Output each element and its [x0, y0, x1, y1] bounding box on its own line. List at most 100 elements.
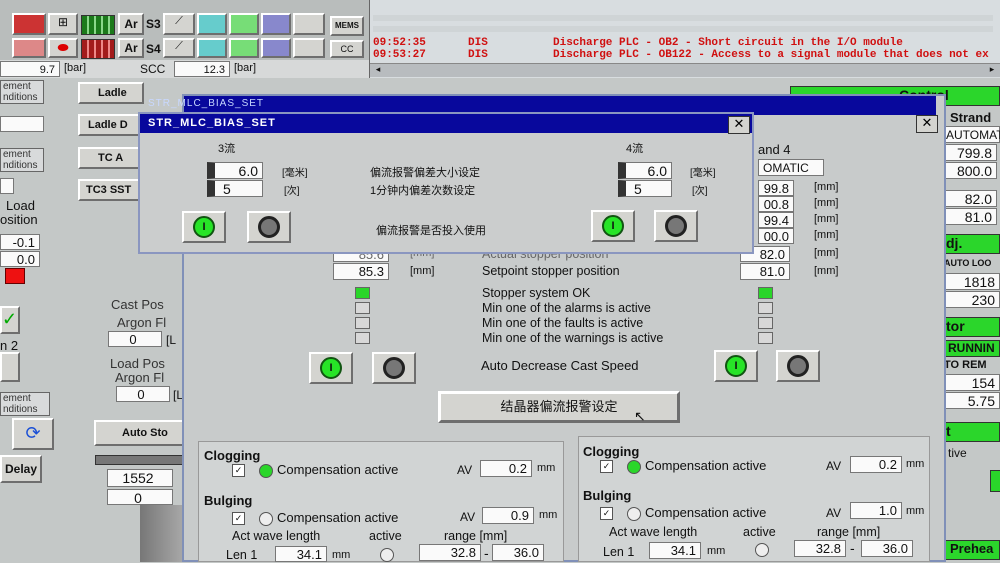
ar-button-2[interactable]: Ar — [118, 38, 144, 58]
message-scrollbar[interactable] — [370, 63, 1000, 77]
message-source: DIS — [468, 49, 488, 61]
clogging-compensation-radio[interactable] — [627, 459, 641, 474]
tundish-graphic-lower — [140, 505, 185, 562]
right-value-3: 82.0 — [942, 190, 997, 207]
act-wave-length-label: Act wave length — [609, 525, 698, 539]
bulging-av-field[interactable]: 0.9 — [482, 507, 534, 524]
right-auto-decrease-off-button[interactable] — [776, 350, 820, 382]
tool-icon-1[interactable]: ⟋ — [163, 13, 195, 35]
active-col-label: active — [369, 529, 402, 543]
bulging-checkbox[interactable]: ✓ — [232, 512, 245, 526]
network-icon[interactable]: ⊞ — [48, 13, 78, 35]
valve-icon[interactable] — [0, 352, 20, 382]
tc3-sst-button[interactable]: TC3 SST — [78, 179, 144, 201]
bulging-av-field[interactable]: 1.0 — [850, 502, 902, 519]
len1-active-radio[interactable] — [755, 543, 769, 557]
tool-icon-4[interactable] — [261, 13, 291, 35]
bulging-checkbox[interactable]: ✓ — [600, 507, 613, 521]
mm-unit: [mm] — [814, 265, 839, 277]
tool-icon-2[interactable] — [197, 13, 227, 35]
enable-alarm-label: 偏流报警是否投入使用 — [376, 225, 486, 237]
clogging-checkbox[interactable]: ✓ — [232, 464, 245, 478]
stop-icon[interactable]: ⬬ — [48, 38, 78, 58]
tool-icon-3[interactable] — [229, 13, 259, 35]
alarm-check-button[interactable] — [12, 13, 46, 35]
mm-unit: mm — [537, 462, 556, 474]
stopper-dialog-close-button[interactable]: ✕ — [916, 115, 938, 133]
left-warning-indicator — [355, 332, 370, 344]
tool-icon-7[interactable] — [197, 38, 227, 58]
bulging-compensation-radio[interactable] — [259, 511, 273, 526]
right-header-t: t — [940, 422, 1000, 442]
strand-label: Strand — [950, 110, 992, 125]
compensation-label: Compensation active — [645, 458, 767, 473]
strand4-label: 4流 — [626, 143, 644, 155]
ladle-d-button[interactable]: Ladle D — [78, 114, 144, 136]
message-time: 09:53:27 — [373, 49, 426, 61]
delay-button[interactable]: Delay — [0, 455, 42, 483]
strand4-unit: [mm] — [814, 197, 839, 209]
cycle-icon[interactable]: ⟳ — [12, 418, 54, 450]
ladle-button[interactable]: Ladle — [78, 82, 144, 104]
range-label: range [mm] — [817, 525, 881, 539]
deviation-count-label: 1分钟内偏差次数设定 — [370, 185, 476, 197]
scroll-left-icon[interactable]: ◂ — [372, 64, 384, 75]
left-field-1 — [0, 116, 44, 132]
tc-a-button[interactable]: TC A — [78, 147, 144, 169]
strand3-deviation-field[interactable]: 6.0 — [207, 162, 263, 179]
warning-label: Min one of the warnings is active — [482, 331, 664, 345]
tool-icon-8[interactable] — [229, 38, 259, 58]
measurement-conditions-2[interactable]: ement nditions — [0, 148, 44, 172]
message-row[interactable]: 09:52:35 DIS Discharge PLC - OB2 - Short c… — [373, 37, 903, 49]
measurement-conditions-1[interactable]: ement nditions — [0, 80, 44, 104]
compensation-label: Compensation active — [645, 505, 767, 520]
auto-stop-button[interactable]: Auto Sto — [94, 420, 184, 446]
cc-button[interactable]: CC — [330, 40, 364, 58]
compensation-label: Compensation active — [277, 510, 399, 525]
message-row[interactable]: 09:53:27 DIS Discharge PLC - OB122 - Acces… — [373, 49, 989, 61]
strand4-count-field[interactable]: 5 — [618, 180, 672, 197]
pressure-field-2: 12.3 — [174, 61, 230, 77]
grid-button[interactable] — [12, 38, 46, 58]
bias-dialog-close-button[interactable]: ✕ — [728, 116, 750, 134]
range-high-field[interactable]: 36.0 — [861, 540, 913, 557]
av-label: AV — [826, 506, 842, 520]
tool-icon-5[interactable] — [293, 13, 325, 35]
right-auto-decrease-on-button[interactable]: I — [714, 350, 758, 382]
strand4-enable-off-button[interactable] — [654, 210, 698, 242]
strand3-enable-off-button[interactable] — [247, 211, 291, 243]
clogging-checkbox[interactable]: ✓ — [600, 460, 613, 474]
clogging-av-field[interactable]: 0.2 — [850, 456, 902, 473]
measurement-conditions-3[interactable]: ement nditions — [0, 392, 50, 416]
strand4-enable-on-button[interactable]: I — [591, 210, 635, 242]
av-label: AV — [457, 463, 473, 477]
check-icon[interactable]: ✓ — [0, 306, 20, 334]
setpoint-stopper-label: Setpoint stopper position — [482, 264, 620, 278]
strand4-deviation-field[interactable]: 6.0 — [618, 162, 672, 179]
mm-unit: mm — [707, 545, 726, 557]
tool-icon-6[interactable]: ⟋ — [163, 38, 195, 58]
label: nditions — [3, 92, 38, 103]
clogging-av-field[interactable]: 0.2 — [480, 460, 532, 477]
scroll-right-icon[interactable]: ▸ — [986, 64, 998, 75]
strand3-count-field[interactable]: 5 — [207, 180, 263, 197]
left-auto-decrease-on-button[interactable]: I — [309, 352, 353, 384]
power-on-icon: I — [193, 216, 215, 238]
mm-unit: mm — [906, 505, 925, 517]
len1-active-radio[interactable] — [380, 548, 394, 562]
clogging-compensation-radio[interactable] — [259, 463, 273, 478]
bulging-compensation-radio[interactable] — [627, 506, 641, 521]
range-low-field[interactable]: 32.8 — [419, 544, 481, 561]
range-high-field[interactable]: 36.0 — [492, 544, 544, 561]
left-auto-decrease-off-button[interactable] — [372, 352, 416, 384]
tool-icon-9[interactable] — [261, 38, 291, 58]
ar-button-1[interactable]: Ar — [118, 13, 144, 35]
range-low-field[interactable]: 32.8 — [794, 540, 846, 557]
label: nditions — [3, 404, 38, 415]
auto-remote-label: TO REM — [944, 359, 987, 371]
tool-icon-10[interactable] — [293, 38, 325, 58]
strand3-enable-on-button[interactable]: I — [182, 211, 226, 243]
mm-unit: [mm] — [410, 265, 435, 277]
mems-button[interactable]: MEMS — [330, 16, 364, 36]
scc-label: SCC — [140, 62, 166, 76]
